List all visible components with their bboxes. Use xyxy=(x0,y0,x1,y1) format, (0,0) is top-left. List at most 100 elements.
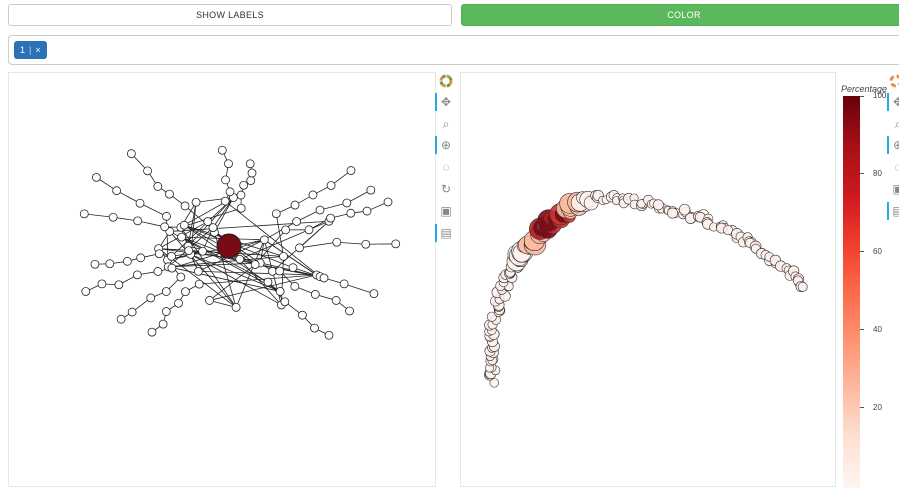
graph-node[interactable] xyxy=(98,280,106,288)
graph-node[interactable] xyxy=(195,280,203,288)
graph-node[interactable] xyxy=(137,254,145,262)
embedding-scatter-svg[interactable] xyxy=(461,73,835,486)
graph-node[interactable] xyxy=(346,307,354,315)
pan-icon[interactable]: ✥ xyxy=(435,93,455,111)
wheel-zoom-icon[interactable]: ⊕ xyxy=(435,136,455,154)
embedding-plot-right[interactable] xyxy=(460,72,836,487)
graph-node[interactable] xyxy=(148,328,156,336)
graph-node[interactable] xyxy=(333,238,341,246)
selected-graph-node[interactable] xyxy=(217,234,241,258)
graph-node[interactable] xyxy=(236,255,244,263)
graph-node[interactable] xyxy=(305,226,313,234)
graph-node[interactable] xyxy=(384,198,392,206)
lasso-icon[interactable]: ◌ xyxy=(889,158,899,176)
graph-node[interactable] xyxy=(181,288,189,296)
graph-node[interactable] xyxy=(154,267,162,275)
graph-node[interactable] xyxy=(167,252,175,260)
scatter-point[interactable] xyxy=(653,200,663,210)
graph-node[interactable] xyxy=(247,177,255,185)
graph-node[interactable] xyxy=(246,160,254,168)
graph-node[interactable] xyxy=(134,217,142,225)
graph-node[interactable] xyxy=(327,181,335,189)
scatter-point[interactable] xyxy=(667,208,677,218)
hover-icon[interactable]: ▤ xyxy=(435,224,455,242)
graph-node[interactable] xyxy=(363,207,371,215)
graph-node[interactable] xyxy=(264,278,272,286)
graph-node[interactable] xyxy=(309,191,317,199)
network-plot-left[interactable] xyxy=(8,72,436,487)
graph-node[interactable] xyxy=(92,173,100,181)
color-button[interactable]: COLOR xyxy=(461,4,899,26)
graph-node[interactable] xyxy=(106,260,114,268)
graph-node[interactable] xyxy=(181,202,189,210)
graph-node[interactable] xyxy=(232,303,240,311)
graph-node[interactable] xyxy=(177,273,185,281)
graph-node[interactable] xyxy=(221,197,229,205)
pan-icon[interactable]: ✥ xyxy=(887,93,899,111)
graph-node[interactable] xyxy=(127,150,135,158)
graph-node[interactable] xyxy=(155,250,163,258)
graph-node[interactable] xyxy=(222,176,230,184)
graph-node[interactable] xyxy=(91,260,99,268)
graph-node[interactable] xyxy=(128,308,136,316)
box-zoom-icon[interactable]: ⌕ xyxy=(889,115,899,133)
graph-node[interactable] xyxy=(291,282,299,290)
lasso-icon[interactable]: ◌ xyxy=(437,158,455,176)
graph-node[interactable] xyxy=(123,257,131,265)
graph-node[interactable] xyxy=(174,299,182,307)
graph-node[interactable] xyxy=(154,182,162,190)
chip-close-icon[interactable]: × xyxy=(35,45,40,55)
graph-node[interactable] xyxy=(185,247,193,255)
graph-node[interactable] xyxy=(293,217,301,225)
reset-icon[interactable]: ↻ xyxy=(437,180,455,198)
graph-node[interactable] xyxy=(343,199,351,207)
graph-node[interactable] xyxy=(260,236,268,244)
graph-node[interactable] xyxy=(192,198,200,206)
graph-node[interactable] xyxy=(311,290,319,298)
graph-node[interactable] xyxy=(161,223,169,231)
graph-node[interactable] xyxy=(133,271,141,279)
graph-node[interactable] xyxy=(180,221,188,229)
wheel-zoom-icon[interactable]: ⊕ xyxy=(887,136,899,154)
graph-node[interactable] xyxy=(162,288,170,296)
graph-node[interactable] xyxy=(327,214,335,222)
graph-node[interactable] xyxy=(159,320,167,328)
graph-node[interactable] xyxy=(347,167,355,175)
graph-node[interactable] xyxy=(289,264,297,272)
graph-node[interactable] xyxy=(251,261,259,269)
graph-node[interactable] xyxy=(109,213,117,221)
graph-node[interactable] xyxy=(237,191,245,199)
graph-node[interactable] xyxy=(340,280,348,288)
graph-node[interactable] xyxy=(332,296,340,304)
graph-node[interactable] xyxy=(347,209,355,217)
graph-node[interactable] xyxy=(162,308,170,316)
graph-node[interactable] xyxy=(291,201,299,209)
graph-node[interactable] xyxy=(218,146,226,154)
graph-node[interactable] xyxy=(206,296,214,304)
graph-node[interactable] xyxy=(194,267,202,275)
graph-node[interactable] xyxy=(115,281,123,289)
graph-node[interactable] xyxy=(320,274,328,282)
save-icon[interactable]: ▣ xyxy=(889,180,899,198)
graph-node[interactable] xyxy=(296,244,304,252)
graph-node[interactable] xyxy=(80,210,88,218)
show-labels-button[interactable]: SHOW LABELS xyxy=(8,4,452,26)
graph-node[interactable] xyxy=(144,167,152,175)
selected-chip[interactable]: 1 | × xyxy=(14,41,47,59)
save-icon[interactable]: ▣ xyxy=(437,202,455,220)
graph-node[interactable] xyxy=(392,240,400,248)
graph-node[interactable] xyxy=(237,204,245,212)
graph-node[interactable] xyxy=(117,315,125,323)
graph-node[interactable] xyxy=(367,186,375,194)
box-zoom-icon[interactable]: ⌕ xyxy=(437,115,455,133)
multi-select-input[interactable]: 1 | × xyxy=(8,35,899,65)
graph-node[interactable] xyxy=(298,311,306,319)
graph-node[interactable] xyxy=(168,264,176,272)
graph-node[interactable] xyxy=(276,287,284,295)
graph-node[interactable] xyxy=(370,290,378,298)
graph-node[interactable] xyxy=(311,324,319,332)
hover-icon[interactable]: ▤ xyxy=(887,202,899,220)
graph-node[interactable] xyxy=(82,287,90,295)
graph-node[interactable] xyxy=(147,294,155,302)
scatter-point[interactable] xyxy=(798,282,807,291)
